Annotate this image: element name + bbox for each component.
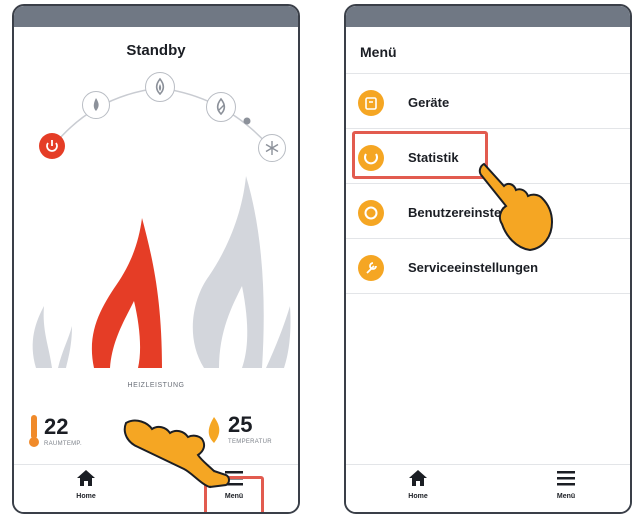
status-bar (346, 6, 630, 27)
heizleistung-label: HEIZLEISTUNG (127, 382, 185, 389)
drop-flame-icon[interactable] (82, 91, 110, 119)
nav-home[interactable]: Home (56, 469, 116, 500)
room-temp-widget: 22 RAUMTEMP. (28, 414, 82, 448)
menu-title: Menü (360, 44, 397, 60)
standby-screen: Standby HEIZLEISTUNG 22 RAUMTEMP. 25 TEM… (12, 4, 300, 514)
menu-item-label: Serviceeinstellungen (408, 260, 539, 275)
statistik-highlight (352, 131, 488, 179)
nav-menu-label: Menü (556, 493, 576, 500)
nav-menu[interactable]: Menü (536, 469, 596, 500)
leaf-flame-icon[interactable] (145, 72, 175, 102)
home-icon (409, 470, 427, 486)
nav-home[interactable]: Home (388, 469, 448, 500)
room-temp-value: 22 (44, 413, 69, 439)
status-bar (14, 6, 298, 27)
pointing-hand-icon (478, 162, 554, 252)
home-icon (77, 470, 95, 486)
service-icon (358, 255, 384, 281)
flame-graphic (32, 176, 291, 368)
screen-title: Standby (126, 42, 186, 59)
bottom-nav: Home Menü (346, 464, 630, 512)
menu-item-label: Geräte (408, 95, 450, 110)
menu-item-geraete[interactable]: Geräte (346, 75, 630, 129)
room-temp-label: RAUMTEMP. (44, 440, 82, 447)
eco-flame-icon[interactable] (206, 92, 236, 122)
nav-home-label: Home (76, 493, 96, 500)
hamburger-icon (557, 471, 575, 486)
menu-header: Menü (346, 28, 630, 74)
nav-home-label: Home (408, 493, 428, 500)
user-settings-icon (358, 200, 384, 226)
pointing-hand-icon (123, 419, 230, 489)
device-icon (358, 90, 384, 116)
menu-screen: Menü Geräte Statistik Benutzereinstellun… (344, 4, 632, 514)
thermometer-icon (29, 415, 39, 447)
